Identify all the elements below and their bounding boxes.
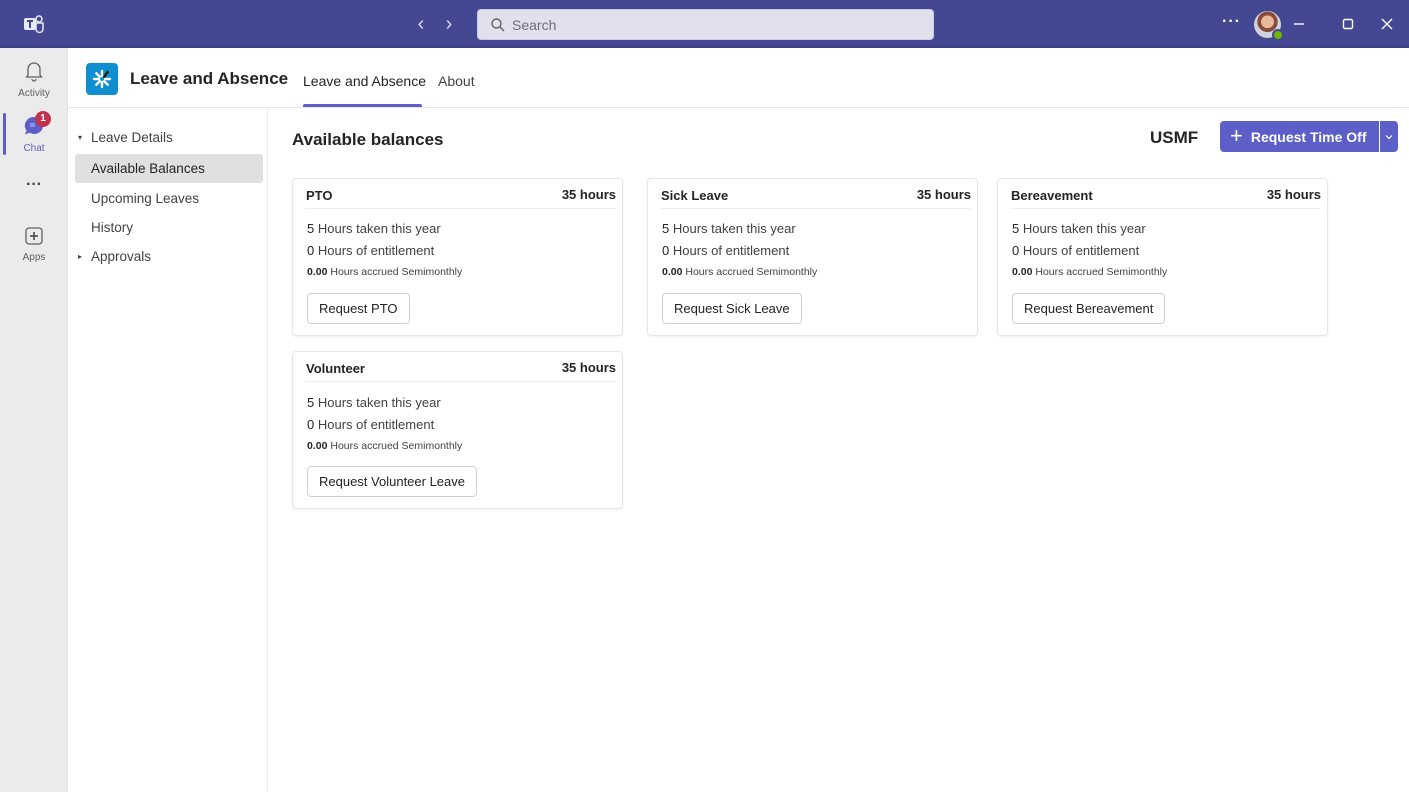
- card-header: PTO 35 hours: [305, 179, 616, 209]
- teams-logo-icon: [24, 15, 44, 34]
- request-pto-button[interactable]: Request PTO: [307, 293, 410, 324]
- app-header: Leave and Absence Leave and Absence Abou…: [69, 48, 1409, 108]
- leave-app-logo-icon: [86, 63, 118, 95]
- request-sick-leave-button[interactable]: Request Sick Leave: [662, 293, 802, 324]
- rail-item-apps[interactable]: Apps: [0, 226, 68, 263]
- nav-item-leave-details[interactable]: ▾ Leave Details: [75, 123, 263, 152]
- request-time-off-dropdown[interactable]: [1378, 121, 1398, 152]
- presence-available-icon: [1272, 29, 1284, 41]
- nav-label: Leave Details: [91, 130, 173, 145]
- nav-label: Approvals: [91, 249, 152, 264]
- balance-card-pto: PTO 35 hours 5 Hours taken this year 0 H…: [292, 178, 623, 336]
- card-hours: 35 hours: [561, 360, 616, 375]
- balance-card-sick-leave: Sick Leave 35 hours 5 Hours taken this y…: [647, 178, 978, 336]
- search-input[interactable]: [512, 16, 912, 33]
- title-bar: ‹ › ···: [0, 0, 1409, 48]
- app-title: Leave and Absence: [130, 69, 289, 88]
- request-time-off-button[interactable]: + Request Time Off: [1220, 121, 1379, 152]
- card-header: Volunteer 35 hours: [305, 352, 616, 382]
- hours-taken: 5 Hours taken this year: [307, 395, 441, 410]
- company-label: USMF: [1150, 128, 1199, 147]
- minimize-icon[interactable]: [1287, 12, 1311, 36]
- chevron-down-icon: [1385, 134, 1392, 139]
- back-arrow-icon[interactable]: ‹: [410, 12, 432, 36]
- maximize-icon[interactable]: [1336, 12, 1360, 36]
- hours-accrued: 0.00 Hours accrued Semimonthly: [1012, 266, 1168, 278]
- leave-nav-pane: ▾ Leave Details Available Balances Upcom…: [69, 109, 268, 792]
- more-options-icon[interactable]: ···: [1222, 13, 1241, 31]
- app-rail: Activity 1 Chat ··· Apps: [0, 48, 68, 792]
- rail-item-chat[interactable]: 1 Chat: [0, 111, 68, 154]
- rail-label-chat: Chat: [23, 143, 45, 154]
- nav-label: Upcoming Leaves: [91, 191, 200, 206]
- hours-entitlement: 0 Hours of entitlement: [1012, 243, 1140, 258]
- card-hours: 35 hours: [916, 187, 971, 202]
- request-time-off-split-button: + Request Time Off: [1220, 121, 1398, 152]
- card-hours: 35 hours: [561, 187, 616, 202]
- card-title: Volunteer: [306, 361, 365, 376]
- notification-badge: 1: [35, 111, 51, 127]
- hours-taken: 5 Hours taken this year: [307, 221, 441, 236]
- close-icon[interactable]: [1375, 12, 1399, 36]
- nav-item-available-balances[interactable]: Available Balances: [75, 154, 263, 183]
- rail-label-activity: Activity: [18, 88, 50, 99]
- rail-label-apps: Apps: [22, 252, 46, 263]
- caret-down-icon: ▾: [78, 133, 83, 142]
- request-volunteer-leave-button[interactable]: Request Volunteer Leave: [307, 466, 477, 497]
- tab-about[interactable]: About: [438, 73, 475, 89]
- bell-icon: [25, 62, 43, 82]
- card-title: Sick Leave: [661, 188, 729, 203]
- request-bereavement-button[interactable]: Request Bereavement: [1012, 293, 1166, 324]
- search-box[interactable]: [477, 9, 934, 40]
- request-time-off-label: Request Time Off: [1250, 128, 1367, 145]
- card-header: Bereavement 35 hours: [1010, 179, 1321, 209]
- hours-taken: 5 Hours taken this year: [662, 221, 796, 236]
- more-icon: ···: [26, 176, 42, 193]
- hours-accrued: 0.00 Hours accrued Semimonthly: [662, 266, 818, 278]
- tab-leave-and-absence[interactable]: Leave and Absence: [303, 73, 426, 89]
- nav-item-history[interactable]: History: [75, 213, 263, 242]
- page-title: Available balances: [292, 130, 444, 149]
- nav-label: Available Balances: [91, 161, 205, 176]
- card-hours: 35 hours: [1266, 187, 1321, 202]
- nav-item-upcoming-leaves[interactable]: Upcoming Leaves: [75, 184, 263, 213]
- forward-arrow-icon[interactable]: ›: [438, 12, 460, 36]
- hours-taken: 5 Hours taken this year: [1012, 221, 1146, 236]
- nav-label: History: [91, 220, 134, 235]
- active-tab-indicator: [303, 104, 422, 107]
- hours-entitlement: 0 Hours of entitlement: [307, 417, 435, 432]
- nav-item-approvals[interactable]: ▸ Approvals: [75, 242, 263, 271]
- plus-icon: +: [1230, 122, 1243, 148]
- hours-entitlement: 0 Hours of entitlement: [307, 243, 435, 258]
- hours-entitlement: 0 Hours of entitlement: [662, 243, 790, 258]
- card-title: Bereavement: [1011, 188, 1093, 203]
- main-content: Available balances USMF + Request Time O…: [269, 109, 1409, 792]
- avatar[interactable]: [1254, 11, 1284, 41]
- balance-card-volunteer: Volunteer 35 hours 5 Hours taken this ye…: [292, 351, 623, 509]
- caret-right-icon: ▸: [78, 252, 83, 261]
- card-title: PTO: [306, 188, 333, 203]
- balance-card-bereavement: Bereavement 35 hours 5 Hours taken this …: [997, 178, 1328, 336]
- card-header: Sick Leave 35 hours: [660, 179, 971, 209]
- hours-accrued: 0.00 Hours accrued Semimonthly: [307, 266, 463, 278]
- apps-icon: [25, 227, 43, 245]
- hours-accrued: 0.00 Hours accrued Semimonthly: [307, 440, 463, 452]
- rail-item-more[interactable]: ···: [0, 176, 68, 194]
- search-icon: [491, 17, 505, 31]
- rail-item-activity[interactable]: Activity: [0, 60, 68, 99]
